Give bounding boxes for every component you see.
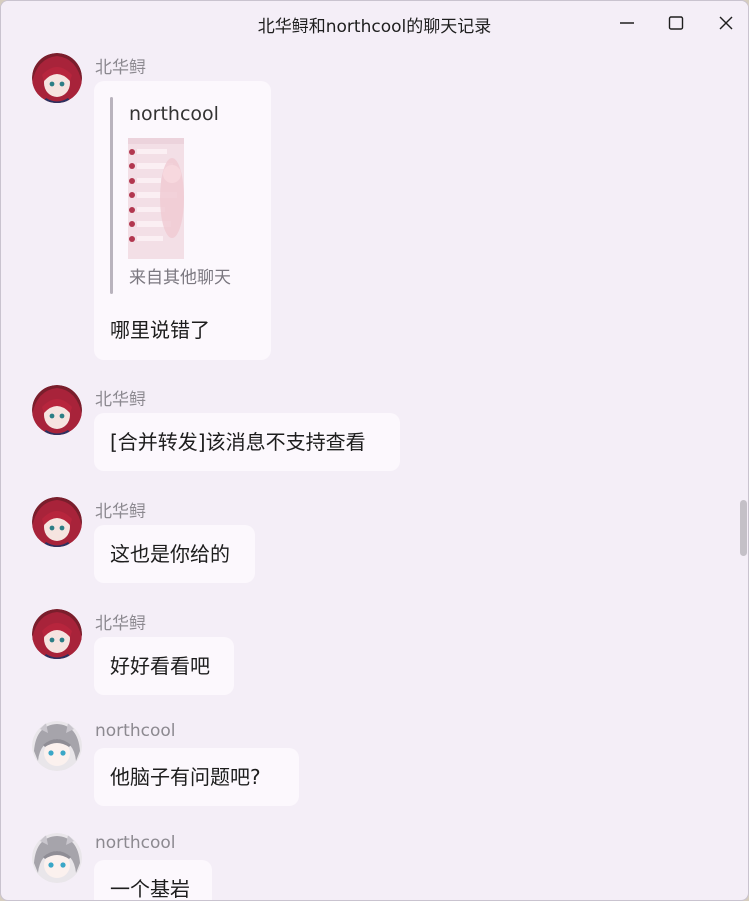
message-item: northcool 他脑子有问题吧? xyxy=(1,721,748,811)
message-bubble[interactable]: northcool 来自其他聊天 哪里说错了 xyxy=(94,81,271,360)
message-item: 北华鲟 [合并转发]该消息不支持查看 xyxy=(1,385,748,475)
gray-hair-anime-avatar-icon xyxy=(32,833,82,883)
close-icon xyxy=(719,16,733,30)
red-hair-anime-avatar-icon xyxy=(32,53,82,103)
message-list[interactable]: 北华鲟 northcool 来自其他聊天 哪里说错了 北华鲟 [合并转发]该消息… xyxy=(1,45,748,900)
message-item: 北华鲟 northcool 来自其他聊天 哪里说错了 xyxy=(1,53,748,373)
message-bubble[interactable]: [合并转发]该消息不支持查看 xyxy=(94,413,400,471)
message-text: [合并转发]该消息不支持查看 xyxy=(110,430,366,454)
gray-hair-anime-avatar-icon xyxy=(32,721,82,771)
chat-screenshot-thumbnail-icon xyxy=(128,138,184,259)
message-text: 哪里说错了 xyxy=(110,318,210,342)
avatar[interactable] xyxy=(32,721,82,771)
vertical-scrollbar[interactable] xyxy=(740,500,747,556)
sender-name: northcool xyxy=(95,833,176,853)
close-button[interactable] xyxy=(702,1,748,45)
message-text: 这也是你给的 xyxy=(110,542,230,566)
message-item: 北华鲟 好好看看吧 xyxy=(1,609,748,699)
message-text: 好好看看吧 xyxy=(110,654,210,678)
title-bar: 北华鲟和northcool的聊天记录 xyxy=(1,1,748,45)
sender-name: 北华鲟 xyxy=(95,614,146,634)
maximize-button[interactable] xyxy=(652,1,700,45)
avatar[interactable] xyxy=(32,833,82,883)
maximize-icon xyxy=(668,16,684,30)
minimize-icon xyxy=(620,22,634,24)
message-bubble[interactable]: 这也是你给的 xyxy=(94,525,255,583)
sender-name: 北华鲟 xyxy=(95,502,146,522)
chat-history-window: 北华鲟和northcool的聊天记录 北华鲟 northcool 来自其他聊天 … xyxy=(0,0,749,901)
quote-source-label: 来自其他聊天 xyxy=(129,268,231,288)
red-hair-anime-avatar-icon xyxy=(32,385,82,435)
red-hair-anime-avatar-icon xyxy=(32,497,82,547)
avatar[interactable] xyxy=(32,385,82,435)
red-hair-anime-avatar-icon xyxy=(32,609,82,659)
avatar[interactable] xyxy=(32,53,82,103)
message-item: 北华鲟 这也是你给的 xyxy=(1,497,748,587)
quote-sender-name: northcool xyxy=(129,103,219,125)
message-bubble[interactable]: 他脑子有问题吧? xyxy=(94,748,299,806)
sender-name: 北华鲟 xyxy=(95,58,146,78)
quote-bar xyxy=(110,97,113,294)
message-item: northcool 一个基岩 xyxy=(1,833,748,900)
quoted-image-thumbnail[interactable] xyxy=(128,138,184,259)
message-bubble[interactable]: 好好看看吧 xyxy=(94,637,234,695)
minimize-button[interactable] xyxy=(603,1,651,45)
message-text: 一个基岩 xyxy=(110,877,190,900)
avatar[interactable] xyxy=(32,497,82,547)
sender-name: 北华鲟 xyxy=(95,390,146,410)
avatar[interactable] xyxy=(32,609,82,659)
message-bubble[interactable]: 一个基岩 xyxy=(94,860,212,900)
message-text: 他脑子有问题吧? xyxy=(110,765,261,789)
sender-name: northcool xyxy=(95,721,176,741)
